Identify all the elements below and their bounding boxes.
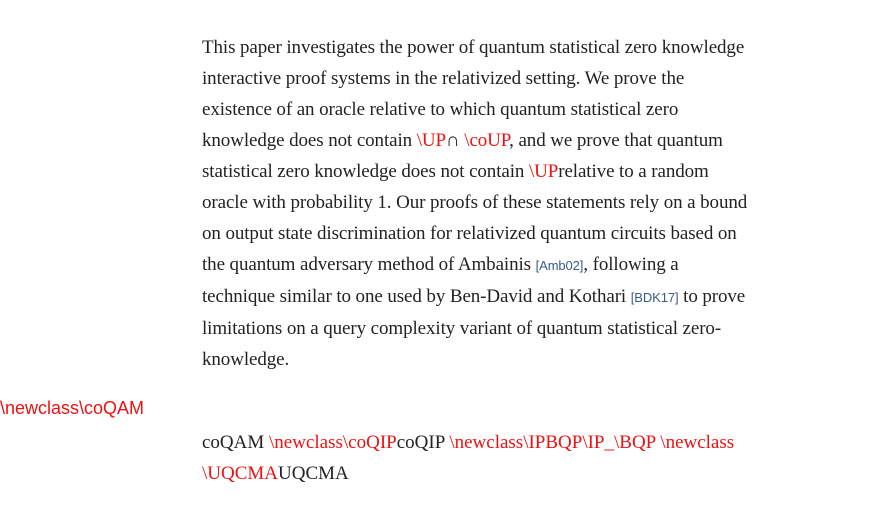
abstract-line: technique similar to one used by Ben-Dav… — [202, 281, 842, 313]
class-definitions: coQAM \newclass\coQIPcoQIP \newclass\IPB… — [202, 427, 862, 489]
latex-macro: \newclass\coQIP — [269, 432, 397, 453]
abstract-text: knowledge does not contain — [202, 130, 417, 151]
abstract-text: the quantum adversary method of Ambainis — [202, 254, 536, 275]
class-line: coQAM \newclass\coQIPcoQIP \newclass\IPB… — [202, 427, 862, 458]
abstract-line: limitations on a query complexity varian… — [202, 318, 722, 339]
class-line: \UQCMAUQCMA — [202, 458, 862, 489]
abstract-line: on output state discrimination for relat… — [202, 223, 737, 244]
latex-macro-coup: \coUP — [464, 130, 510, 151]
abstract-line: the quantum adversary method of Ambainis… — [202, 249, 842, 281]
abstract-text: to prove — [678, 286, 746, 307]
abstract-line: knowledge does not contain \UP∩ \coUP, a… — [202, 125, 842, 156]
abstract-text: , and we prove that quantum — [509, 130, 723, 151]
citation-link-bdk17[interactable]: [BDK17] — [631, 290, 679, 305]
citation-link-amb02[interactable]: [Amb02] — [536, 258, 584, 273]
abstract-text: , following a — [583, 254, 679, 275]
abstract-line: interactive proof systems in the relativ… — [202, 68, 685, 89]
class-text: coQAM — [202, 432, 270, 453]
side-macro-label: \newclass\coQAM — [0, 398, 145, 418]
latex-macro: \UQCMA — [202, 463, 279, 484]
latex-macro-up: \UP — [416, 130, 446, 151]
class-text: coQIP — [396, 432, 450, 453]
abstract-line: knowledge. — [202, 349, 290, 370]
abstract-text: statistical zero knowledge does not cont… — [202, 161, 529, 182]
abstract-paragraph: This paper investigates the power of qua… — [202, 32, 842, 375]
intersection-symbol: ∩ — [445, 130, 465, 151]
abstract-line: statistical zero knowledge does not cont… — [202, 156, 842, 187]
latex-macro-up: \UP — [528, 161, 559, 182]
abstract-line: oracle with probability 1. Our proofs of… — [202, 192, 748, 213]
abstract-line: existence of an oracle relative to which… — [202, 99, 679, 120]
abstract-line: This paper investigates the power of qua… — [202, 37, 745, 58]
abstract-text: technique similar to one used by Ben-Dav… — [202, 286, 631, 307]
latex-macro: \newclass\IPBQP\IP_\BQP \newclass — [449, 432, 735, 453]
abstract-text: relative to a random — [558, 161, 709, 182]
class-text: UQCMA — [278, 463, 349, 484]
